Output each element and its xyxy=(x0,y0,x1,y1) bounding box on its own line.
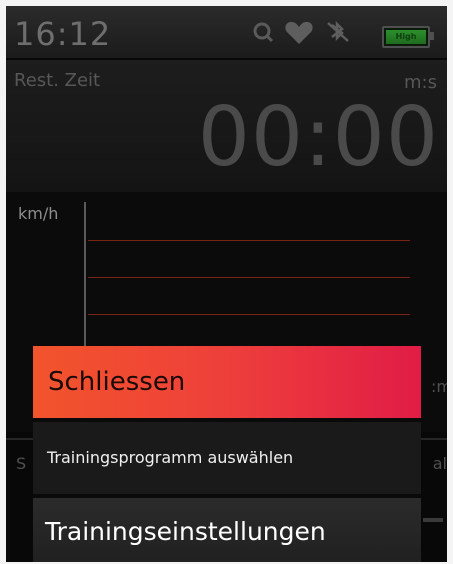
partial-label-left: S xyxy=(16,454,27,473)
menu-item-close[interactable]: Schliessen xyxy=(33,346,421,418)
remaining-time-panel: Rest. Zeit m:s 00:00 xyxy=(6,60,447,192)
menu-item-select-training-program[interactable]: Trainingsprogramm auswählen xyxy=(33,422,421,494)
graph-gridline xyxy=(88,277,410,278)
search-icon xyxy=(253,22,274,43)
context-menu: Schliessen Trainingsprogramm auswählen T… xyxy=(33,346,421,562)
remaining-time-value: 00:00 xyxy=(197,90,439,185)
graph-x-unit-label: :m xyxy=(431,377,447,396)
remaining-time-label: Rest. Zeit xyxy=(14,70,101,91)
device-screen: 16:12 High Rest. Zeit m:s 00:00 km/h :m … xyxy=(6,6,447,562)
graph-y-axis xyxy=(84,202,86,362)
battery-icon: High xyxy=(382,26,434,48)
graph-y-axis-label: km/h xyxy=(18,204,59,223)
status-clock: 16:12 xyxy=(14,15,112,53)
menu-item-training-settings[interactable]: Trainingseinstellungen xyxy=(33,498,421,562)
partial-label-right: al xyxy=(432,454,447,473)
bluetooth-off-icon xyxy=(327,21,349,42)
graph-gridline xyxy=(88,314,410,315)
status-bar: 16:12 High xyxy=(6,6,447,58)
graph-gridline xyxy=(88,240,410,241)
battery-level: High xyxy=(386,30,426,44)
scroll-indicator xyxy=(423,518,443,522)
heart-icon xyxy=(285,21,313,44)
